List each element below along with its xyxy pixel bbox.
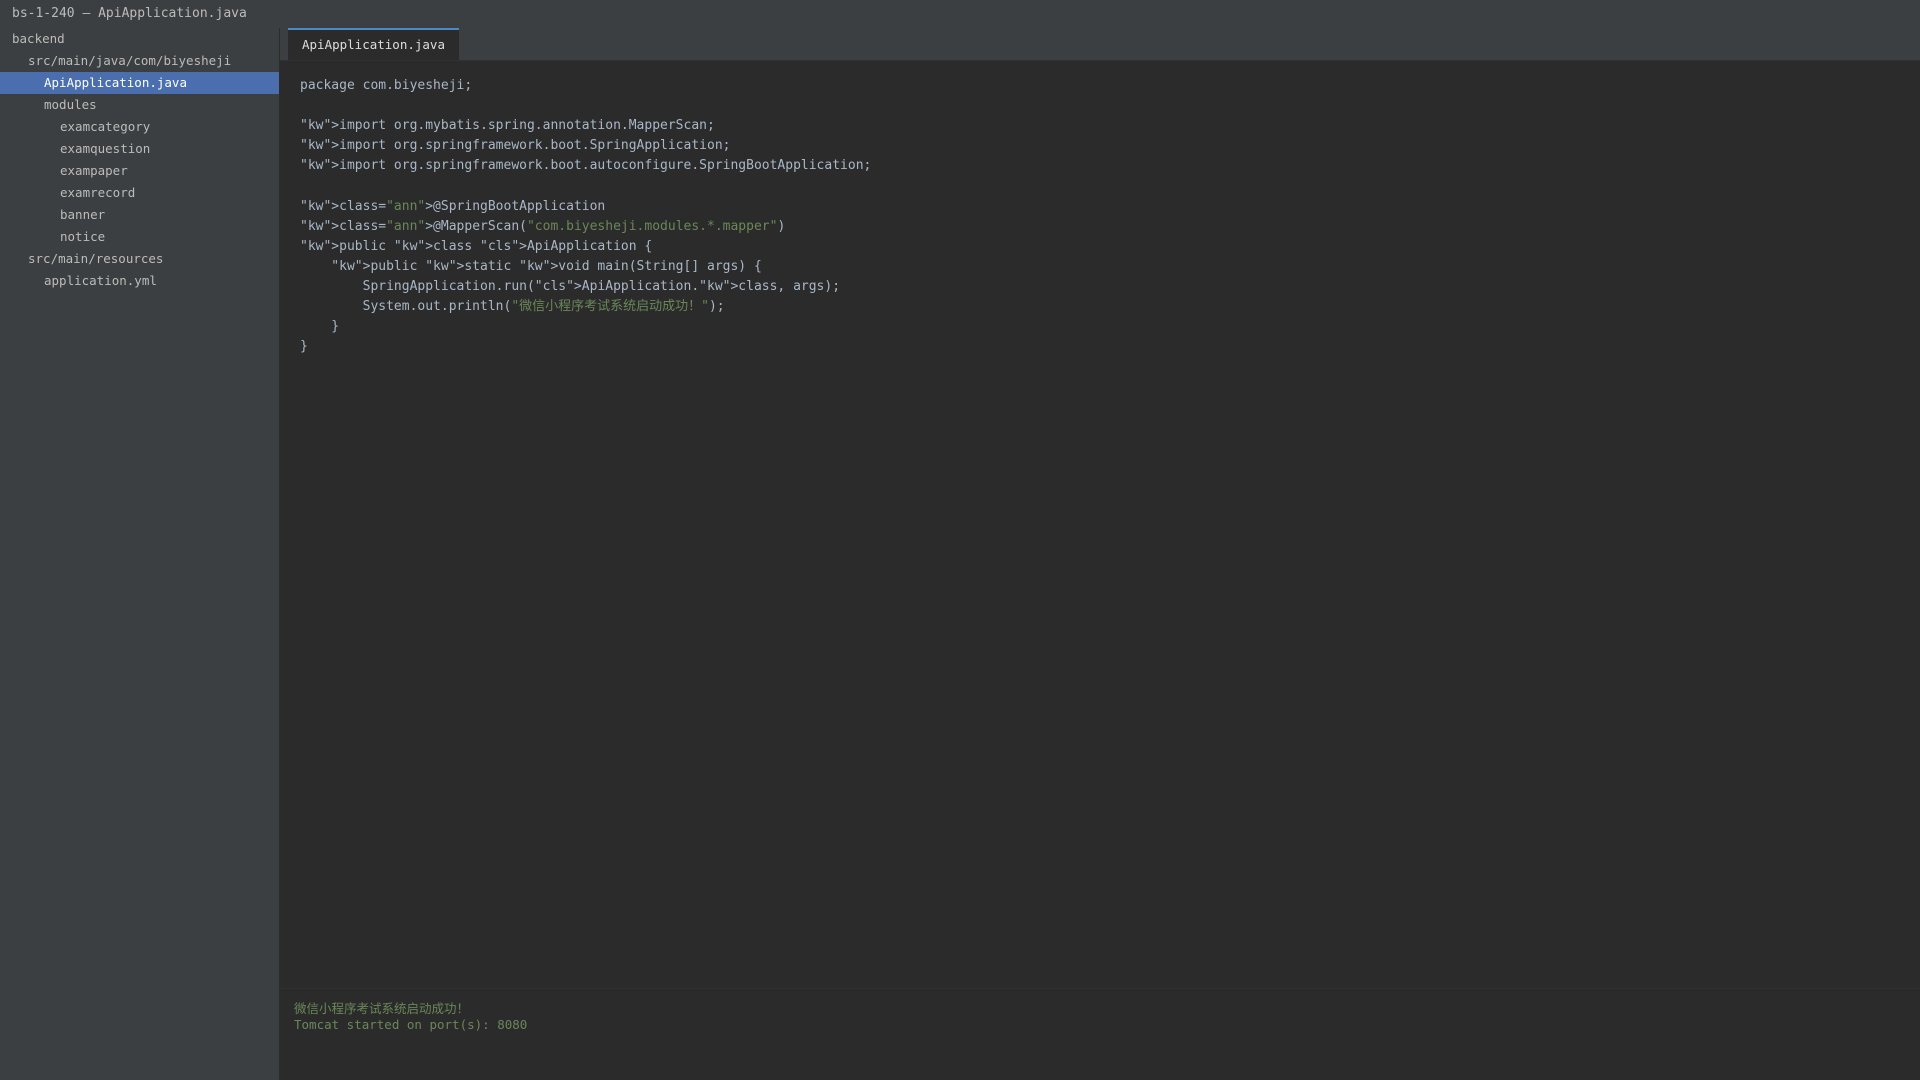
console-line: 微信小程序考试系统启动成功！ (294, 1001, 470, 1016)
tree-item[interactable]: ApiApplication.java (0, 72, 279, 94)
string-literal: "ann" (386, 198, 426, 214)
console-line: Tomcat started on port(s): 8080 (294, 1017, 528, 1032)
code-token: >@MapperScan( (425, 218, 527, 234)
code-editor[interactable]: package com.biyesheji; "kw">import org.m… (300, 76, 1900, 357)
tree-item[interactable]: banner (0, 204, 279, 226)
tree-item[interactable]: notice (0, 226, 279, 248)
code-line: "kw">class="ann">@MapperScan("com.biyesh… (300, 217, 1900, 237)
tab-apiapplication-java[interactable]: ApiApplication.java (288, 28, 459, 60)
string-literal: "微信小程序考试系统启动成功！" (511, 299, 709, 315)
code-line: "kw">import org.springframework.boot.Spr… (300, 136, 1900, 156)
code-line: } (300, 337, 1900, 357)
code-line: "kw">import org.mybatis.spring.annotatio… (300, 116, 1900, 136)
code-token: "kw">class= (300, 218, 387, 234)
code-token: ) (777, 218, 786, 234)
code-token: } (300, 339, 308, 355)
editor-area: ApiApplication.java package com.biyeshej… (280, 28, 1920, 1080)
window-title: bs-1-240 — ApiApplication.java (0, 0, 1920, 28)
tree-item[interactable]: examquestion (0, 138, 279, 160)
code-token: package com.biyesheji; (300, 78, 473, 93)
code-token: "kw">import org.springframework.boot.aut… (300, 158, 872, 174)
code-token: } (300, 319, 340, 335)
code-token: "kw">import org.springframework.boot.Spr… (300, 138, 731, 154)
code-line: System.out.println("微信小程序考试系统启动成功！"); (300, 297, 1900, 317)
code-line: "kw">class="ann">@SpringBootApplication (300, 197, 1900, 217)
code-line: SpringApplication.run("cls">ApiApplicati… (300, 277, 1900, 297)
project-tree: backend src/main/java/com/biyesheji ApiApp… (0, 28, 280, 1080)
code-token: "kw">import org.mybatis.spring.annotatio… (300, 118, 715, 134)
code-line: "kw">import org.springframework.boot.aut… (300, 156, 1900, 176)
tree-item[interactable]: exampaper (0, 160, 279, 182)
tree-item[interactable]: backend (0, 28, 279, 50)
tree-item[interactable]: src/main/java/com/biyesheji (0, 50, 279, 72)
code-token: >@SpringBootApplication (425, 198, 606, 214)
code-token: ); (708, 299, 725, 315)
code-token: SpringApplication.run("cls">ApiApplicati… (300, 278, 841, 294)
code-line: } (300, 317, 1900, 337)
string-literal: "ann" (386, 218, 426, 234)
tree-item[interactable]: modules (0, 94, 279, 116)
code-token: "kw">public "kw">static "kw">void main(S… (300, 258, 762, 274)
code-token: "kw">public "kw">class "cls">ApiApplicat… (300, 238, 653, 254)
code-line: package com.biyesheji; (300, 76, 1900, 96)
code-token: "kw">class= (300, 198, 387, 214)
code-line: "kw">public "kw">class "cls">ApiApplicat… (300, 237, 1900, 257)
code-line: "kw">public "kw">static "kw">void main(S… (300, 257, 1900, 277)
console-output: 微信小程序考试系统启动成功！ Tomcat started on port(s):… (280, 988, 1920, 1080)
tree-item[interactable]: examcategory (0, 116, 279, 138)
code-token: System.out.println( (300, 299, 512, 315)
tree-item[interactable]: examrecord (0, 182, 279, 204)
tree-item[interactable]: src/main/resources (0, 248, 279, 270)
tree-item[interactable]: application.yml (0, 270, 279, 292)
editor-tab-bar: ApiApplication.java (280, 28, 1920, 61)
string-literal: "com.biyesheji.modules.*.mapper" (526, 218, 778, 234)
